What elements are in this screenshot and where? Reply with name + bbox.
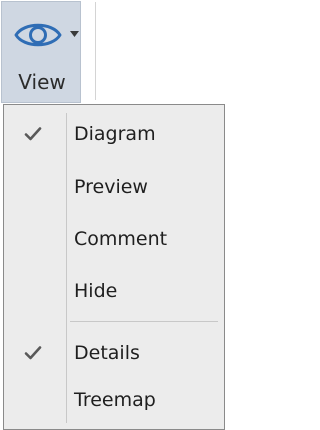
menu-gutter-divider <box>66 113 67 423</box>
menu-separator <box>70 321 218 322</box>
menu-item-label: Preview <box>74 176 148 198</box>
menu-item-label: Comment <box>74 228 168 250</box>
menu-item-label: Diagram <box>74 123 156 145</box>
ribbon-separator <box>95 2 96 100</box>
eye-icon <box>14 23 62 47</box>
view-button-label: View <box>18 70 66 94</box>
menu-item-label: Hide <box>74 280 118 302</box>
view-dropdown-menu: Diagram Preview Comment Hide Details Tre… <box>3 104 225 430</box>
checkmark-icon <box>24 127 42 141</box>
menu-item-label: Details <box>74 342 140 364</box>
menu-item-preview[interactable]: Preview <box>4 167 224 207</box>
view-button[interactable]: View <box>1 1 81 103</box>
menu-item-comment[interactable]: Comment <box>4 219 224 259</box>
menu-item-label: Treemap <box>74 389 156 411</box>
menu-item-treemap[interactable]: Treemap <box>4 380 224 420</box>
menu-item-diagram[interactable]: Diagram <box>4 114 224 154</box>
menu-item-hide[interactable]: Hide <box>4 271 224 311</box>
menu-item-details[interactable]: Details <box>4 333 224 373</box>
checkmark-icon <box>24 346 42 360</box>
chevron-down-icon[interactable] <box>70 31 79 37</box>
stage: View Diagram Preview Comment Hide Detail… <box>0 0 225 430</box>
